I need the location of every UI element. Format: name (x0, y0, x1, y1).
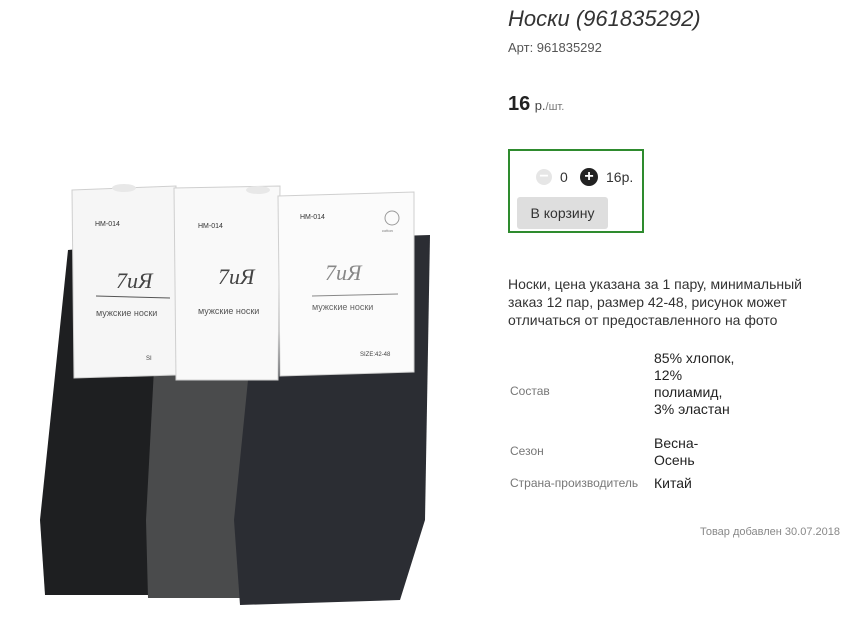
tag-left-model: HM-014 (95, 221, 120, 228)
tag-cotton-label: cotton (382, 228, 393, 233)
spec-label-season: Сезон (510, 444, 544, 458)
tag-middle-brand: 7иЯ (218, 264, 256, 289)
cart-sum: 16р. (606, 169, 634, 185)
tag-right-brand: 7иЯ (325, 260, 363, 285)
product-sku: Арт: 961835292 (508, 40, 602, 55)
plus-circle-icon[interactable]: + (580, 168, 598, 186)
spec-value-season: Весна-Осень (654, 435, 699, 468)
price-unit: /шт. (545, 101, 565, 113)
spec-label-composition: Состав (510, 384, 550, 398)
socks-photo: HM-014 HM-014 HM-014 7иЯ 7иЯ 7иЯ мужские… (40, 184, 430, 605)
added-date: Товар добавлен 30.07.2018 (699, 526, 840, 538)
price-currency-label: р. (534, 98, 546, 113)
tag-right-size: SIZE:42-48 (360, 352, 391, 358)
tag-left-subtitle: мужские носки (96, 308, 157, 318)
spec-value-composition: 85% хлопок, 12% полиамид, 3% эластан (654, 350, 735, 417)
spec-label-country: Страна-производитель (510, 476, 639, 490)
tag-right-subtitle: мужские носки (312, 302, 373, 312)
tag-left-size: SI (146, 356, 152, 362)
tag-left-brand: 7иЯ (116, 268, 154, 293)
tag-middle-subtitle: мужские носки (198, 306, 259, 316)
minus-circle-icon[interactable]: − (536, 169, 552, 185)
tag-middle-model: HM-014 (198, 223, 223, 230)
add-to-cart-box: − 0 + 16р. В корзину (508, 149, 644, 233)
product-image[interactable]: HM-014 HM-014 HM-014 7иЯ 7иЯ 7иЯ мужские… (0, 0, 500, 625)
product-description: Носки, цена указана за 1 пару, минимальн… (508, 276, 802, 328)
quantity-value[interactable]: 0 (560, 169, 568, 185)
spec-value-country: Китай (654, 475, 692, 491)
price-currency: р./шт. (535, 98, 565, 113)
product-price: 16 р./шт. (508, 93, 564, 116)
tag-right-model: HM-014 (300, 214, 325, 221)
price-value: 16 (508, 93, 531, 115)
add-to-cart-button[interactable]: В корзину (517, 197, 608, 229)
product-title: Носки (961835292) (508, 6, 701, 31)
